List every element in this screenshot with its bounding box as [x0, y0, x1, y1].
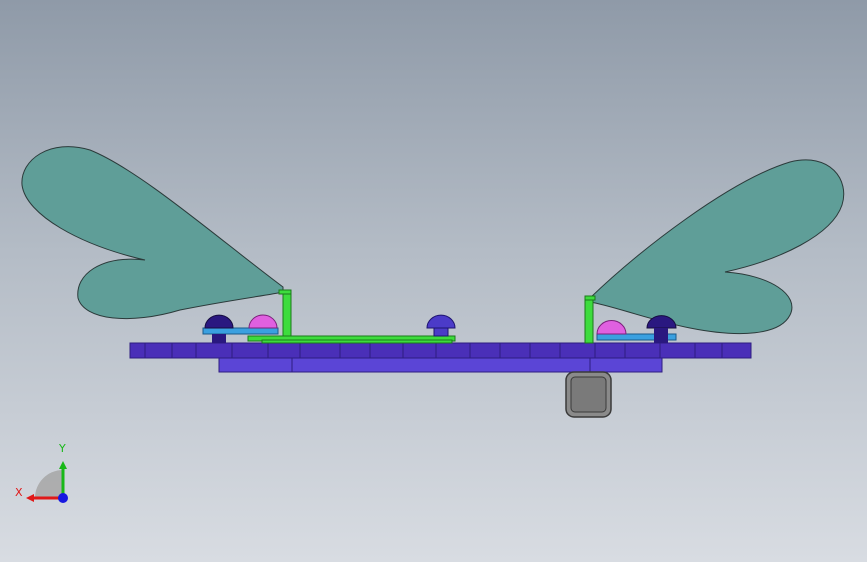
left-wing[interactable]	[21, 146, 284, 320]
center-knob[interactable]	[426, 314, 456, 337]
motor[interactable]	[565, 371, 612, 418]
lower-plate[interactable]	[218, 357, 663, 373]
base-plate[interactable]	[129, 342, 752, 359]
cad-viewport[interactable]: X Y	[0, 0, 867, 562]
axis-x-label: X	[15, 486, 23, 499]
green-frame[interactable]	[247, 289, 596, 344]
left-blue-pad[interactable]	[202, 327, 279, 335]
orientation-triad	[26, 461, 68, 503]
right-wing[interactable]	[589, 159, 845, 335]
model-view[interactable]	[0, 0, 867, 562]
axis-y-label: Y	[59, 442, 66, 455]
right-pink-dome[interactable]	[596, 320, 627, 335]
left-pink-dome[interactable]	[248, 314, 278, 329]
